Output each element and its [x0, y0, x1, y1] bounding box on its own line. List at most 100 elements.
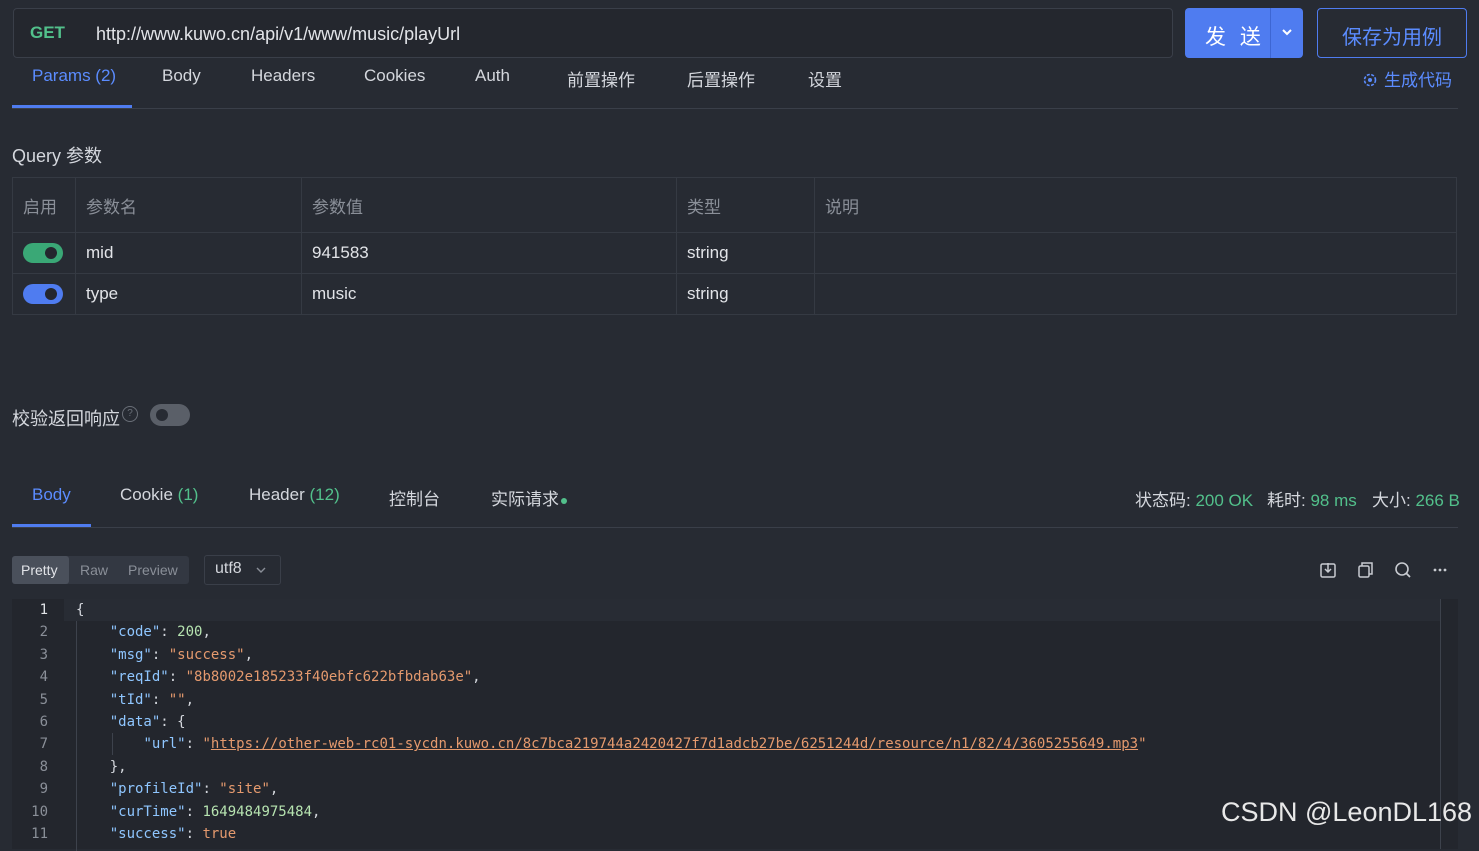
- line-number: 9: [39, 781, 48, 798]
- line-number: 5: [39, 691, 48, 708]
- help-icon[interactable]: ?: [122, 406, 138, 422]
- query-params-title: Query 参数: [12, 146, 103, 166]
- param-name[interactable]: mid: [75, 232, 302, 274]
- view-mode-preview[interactable]: Preview: [128, 562, 178, 578]
- response-tabs-divider: [12, 527, 1458, 528]
- param-type[interactable]: string: [676, 273, 815, 315]
- verify-response-label: 校验返回响应: [12, 409, 120, 429]
- code-line: "url": "https://other-web-rc01-sycdn.kuw…: [143, 736, 1147, 753]
- save-as-case-button[interactable]: 保存为用例: [1317, 8, 1467, 58]
- search-icon[interactable]: [1393, 560, 1413, 580]
- view-mode-raw[interactable]: Raw: [80, 562, 108, 578]
- param-value[interactable]: music: [301, 273, 677, 315]
- response-time-label: 耗时:: [1267, 491, 1306, 510]
- tab-params[interactable]: Params (2): [32, 66, 116, 86]
- param-value[interactable]: 941583: [301, 232, 677, 274]
- column-header-name: 参数名: [75, 177, 302, 233]
- send-button[interactable]: 发 送: [1185, 8, 1303, 58]
- download-icon[interactable]: [1318, 560, 1338, 580]
- status-dot: [561, 497, 567, 504]
- response-time: 耗时: 98 ms: [1267, 486, 1357, 511]
- line-number: 4: [39, 669, 48, 686]
- code-line: "code": 200,: [109, 624, 211, 641]
- generate-code-label: 生成代码: [1384, 71, 1452, 90]
- response-size-label: 大小:: [1372, 491, 1411, 510]
- line-number: 10: [31, 803, 48, 820]
- code-line: "tId": "",: [109, 691, 195, 708]
- tab-actual-request[interactable]: 实际请求: [491, 485, 567, 510]
- chevron-down-icon[interactable]: [1277, 22, 1297, 42]
- table-header-row: 启用 参数名 参数值 类型 说明: [12, 177, 1457, 233]
- send-button-label: 发 送: [1205, 26, 1265, 49]
- status-code-value: 200 OK: [1195, 491, 1254, 510]
- line-number: 8: [39, 758, 48, 775]
- code-line: "data": {: [109, 714, 186, 730]
- line-number: 11: [31, 826, 48, 842]
- line-number: 2: [39, 624, 48, 641]
- tab-cookies[interactable]: Cookies: [364, 66, 425, 86]
- param-description[interactable]: [814, 273, 1457, 315]
- save-as-case-label: 保存为用例: [1342, 27, 1442, 49]
- encoding-value: utf8: [215, 560, 242, 577]
- param-description[interactable]: [814, 232, 1457, 274]
- response-size: 大小: 266 B: [1372, 486, 1460, 511]
- line-number: 3: [39, 646, 48, 663]
- tabs-divider: [12, 108, 1458, 109]
- code-line: },: [76, 758, 127, 775]
- response-time-value: 98 ms: [1310, 491, 1357, 510]
- enable-toggle[interactable]: [23, 284, 63, 305]
- tab-label: Header: [249, 485, 305, 504]
- http-method-select[interactable]: GET: [30, 23, 65, 43]
- line-number: 6: [39, 714, 48, 730]
- tab-response-header[interactable]: Header (12): [249, 485, 340, 505]
- more-icon[interactable]: [1430, 560, 1450, 580]
- code-line: "reqId": "8b8002e185233f40ebfc622bfbdab6…: [109, 669, 481, 686]
- verify-response-toggle[interactable]: [150, 404, 190, 426]
- tab-label: 控制台: [389, 490, 440, 509]
- encoding-select[interactable]: utf8: [204, 555, 281, 585]
- tab-post-operations[interactable]: 后置操作: [687, 66, 755, 91]
- send-divider: [1270, 8, 1271, 58]
- code-line: "curTime": 1649484975484,: [109, 803, 321, 820]
- tab-count: (12): [309, 485, 340, 504]
- column-header-value: 参数值: [301, 177, 677, 233]
- code-line: "msg": "success",: [109, 646, 254, 663]
- tab-response-cookie[interactable]: Cookie (1): [120, 485, 198, 505]
- tab-settings[interactable]: 设置: [808, 66, 842, 91]
- tab-auth[interactable]: Auth: [475, 66, 510, 86]
- line-number: 7: [39, 736, 48, 753]
- view-mode-switch: Pretty Raw Preview: [12, 556, 189, 584]
- column-header-enabled: 启用: [12, 177, 76, 233]
- url-bar[interactable]: GET http://www.kuwo.cn/api/v1/www/music/…: [13, 8, 1173, 58]
- tab-label: 实际请求: [491, 490, 559, 509]
- url-input[interactable]: http://www.kuwo.cn/api/v1/www/music/play…: [96, 24, 460, 45]
- watermark: CSDN @LeonDL168: [1221, 797, 1473, 827]
- query-params-table: 启用 参数名 参数值 类型 说明 mid 941583 string type …: [12, 177, 1457, 315]
- enable-toggle[interactable]: [23, 243, 63, 264]
- chevron-down-icon: [256, 567, 266, 573]
- table-row: type music string: [12, 273, 1457, 315]
- copy-icon[interactable]: [1355, 560, 1375, 580]
- tab-pre-operations[interactable]: 前置操作: [567, 66, 635, 91]
- table-row: mid 941583 string: [12, 232, 1457, 274]
- response-size-value: 266 B: [1415, 491, 1460, 510]
- view-mode-pretty[interactable]: Pretty: [21, 562, 58, 578]
- tab-headers[interactable]: Headers: [251, 66, 315, 86]
- generate-code-link[interactable]: 生成代码: [1362, 66, 1452, 91]
- tab-response-body[interactable]: Body: [32, 485, 71, 505]
- tab-label: Cookie: [120, 485, 173, 504]
- tab-count: (1): [177, 485, 199, 504]
- line-number: 1: [39, 602, 48, 618]
- code-line: {: [76, 602, 85, 618]
- code-line: "profileId": "site",: [109, 781, 279, 798]
- status-code-label: 状态码:: [1135, 491, 1191, 510]
- tab-label: Body: [32, 485, 71, 504]
- param-type[interactable]: string: [676, 232, 815, 274]
- status-code: 状态码: 200 OK: [1135, 486, 1253, 511]
- current-line-highlight: [64, 599, 1440, 621]
- tab-body[interactable]: Body: [162, 66, 201, 86]
- tab-console[interactable]: 控制台: [389, 485, 440, 510]
- column-header-type: 类型: [676, 177, 815, 233]
- column-header-description: 说明: [814, 177, 1457, 233]
- param-name[interactable]: type: [75, 273, 302, 315]
